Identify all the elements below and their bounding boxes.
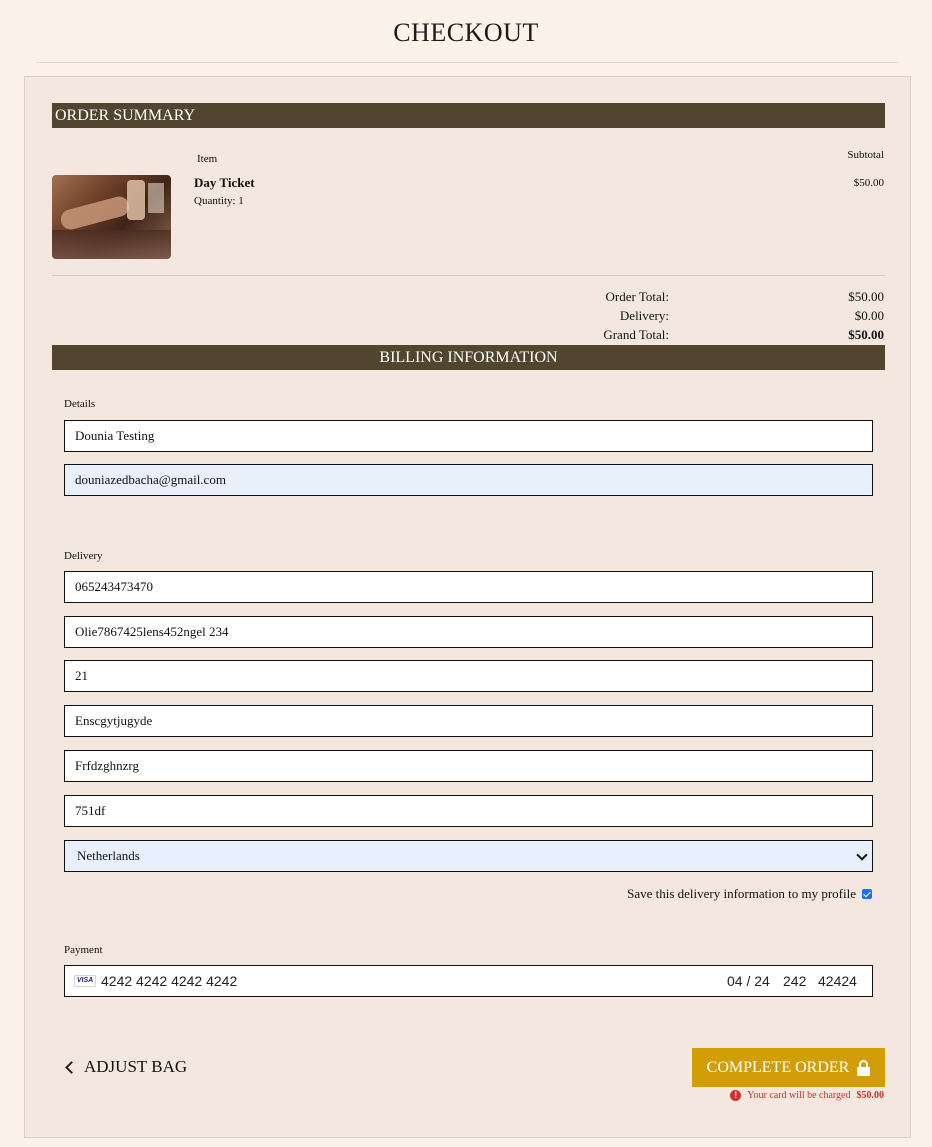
save-info-label: Save this delivery information to my pro… xyxy=(627,886,856,901)
county-input[interactable]: Frfdzghnzrg xyxy=(64,750,873,782)
card-element[interactable]: VISA 4242 4242 4242 4242 04 / 24 242 424… xyxy=(64,965,873,997)
lock-icon xyxy=(857,1059,871,1076)
card-cvc-input[interactable]: 242 xyxy=(783,966,806,996)
phone-input[interactable]: 065243473470 xyxy=(64,571,873,603)
delivery-value: $0.00 xyxy=(854,308,884,323)
card-expiry-input[interactable]: 04 / 24 xyxy=(727,966,770,996)
product-image xyxy=(52,175,171,259)
grand-total-value: $50.00 xyxy=(848,327,884,342)
card-zip-input[interactable]: 42424 xyxy=(818,966,857,996)
page-title: CHECKOUT xyxy=(393,18,539,47)
postcode-input[interactable]: 751df xyxy=(64,795,873,827)
order-total-label: Order Total: xyxy=(605,289,669,304)
adjust-bag-label: ADJUST BAG xyxy=(84,1057,188,1076)
save-info-checkbox[interactable] xyxy=(862,889,872,899)
town-input[interactable]: Enscgytjugyde xyxy=(64,705,873,737)
full-name-input[interactable]: Dounia Testing xyxy=(64,420,873,452)
checkout-panel: ORDER SUMMARY Item Subtotal Day Ticket Q… xyxy=(24,76,911,1138)
card-number-input[interactable]: 4242 4242 4242 4242 xyxy=(101,966,237,996)
item-name: Day Ticket xyxy=(194,175,255,190)
charge-notice: ! Your card will be charged $50.00 xyxy=(730,1090,884,1101)
delivery-label: Delivery: xyxy=(619,308,669,323)
exclamation-circle-icon: ! xyxy=(730,1090,742,1101)
street-address-2-input[interactable]: 21 xyxy=(64,660,873,692)
charge-notice-text: Your card will be charged xyxy=(747,1090,851,1101)
item-subtotal: $50.00 xyxy=(853,177,884,189)
order-summary-heading: ORDER SUMMARY xyxy=(52,103,885,128)
email-input[interactable]: douniazedbacha@gmail.com xyxy=(64,464,873,496)
complete-order-button[interactable]: COMPLETE ORDER xyxy=(692,1048,885,1087)
charge-amount: $50.00 xyxy=(856,1090,885,1101)
subtotal-column-header: Subtotal xyxy=(847,149,884,161)
title-divider xyxy=(36,62,898,63)
summary-divider xyxy=(52,275,885,276)
item-quantity: Quantity: 1 xyxy=(194,195,244,207)
country-selected-value: Netherlands xyxy=(77,848,140,863)
item-column-header: Item xyxy=(197,153,218,165)
delivery-section-label: Delivery xyxy=(64,550,103,562)
adjust-bag-link[interactable]: ADJUST BAG xyxy=(65,1057,188,1077)
details-label: Details xyxy=(64,398,96,410)
save-info-row: Save this delivery information to my pro… xyxy=(627,886,872,902)
grand-total-label: Grand Total: xyxy=(603,327,669,342)
visa-card-icon: VISA xyxy=(74,975,96,987)
chevron-down-icon xyxy=(856,849,868,861)
country-select[interactable]: Netherlands xyxy=(64,840,873,872)
order-total-value: $50.00 xyxy=(848,289,884,304)
payment-label: Payment xyxy=(64,944,103,956)
street-address-1-input[interactable]: Olie7867425lens452ngel 234 xyxy=(64,616,873,648)
billing-information-heading: BILLING INFORMATION xyxy=(52,345,885,370)
chevron-left-icon xyxy=(65,1060,78,1074)
complete-order-label: COMPLETE ORDER xyxy=(706,1059,850,1076)
